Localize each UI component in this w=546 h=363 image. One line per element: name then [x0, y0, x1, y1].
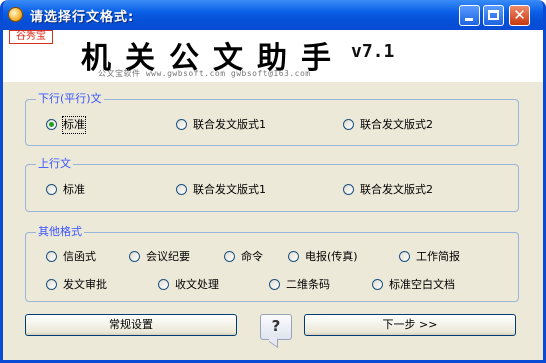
- help-button[interactable]: ?: [260, 314, 292, 340]
- tagline: 公文宝软件 www.gwbsoft.com gwbsoft@163.com: [98, 69, 311, 78]
- radio-dot: [343, 119, 354, 130]
- maximize-icon: [488, 10, 499, 20]
- radio-dot: [129, 251, 140, 262]
- app-icon: [8, 7, 23, 22]
- radio-dot: [46, 119, 57, 130]
- group-other: 其他格式 信函式 会议纪要 命令 电报(传真) 工作简报 发文审批 收文处理 二…: [25, 225, 519, 302]
- radio-dot: [46, 184, 57, 195]
- brand-logo: 谷秀宝: [9, 30, 53, 44]
- radio-dot: [372, 279, 383, 290]
- radio-label: 收文处理: [175, 278, 219, 291]
- radio-dot: [176, 119, 187, 130]
- next-step-button[interactable]: 下一步 >>: [304, 314, 516, 336]
- title-bar[interactable]: 请选择行文格式: ✕: [3, 0, 543, 30]
- close-icon: ✕: [513, 6, 526, 24]
- group-other-label: 其他格式: [36, 225, 84, 239]
- group-downward-label: 下行(平行)文: [36, 92, 104, 106]
- group-upward: 上行文 标准 联合发文版式1 联合发文版式2: [25, 157, 519, 212]
- radio-label: 标准空白文档: [389, 278, 455, 291]
- dialog-window: 请选择行文格式: ✕ 谷秀宝 机关公文助手 v7.1 公文宝软件 www.gwb…: [0, 0, 546, 363]
- minimize-icon: [465, 18, 473, 21]
- radio-dot: [343, 184, 354, 195]
- radio-label: 联合发文版式1: [193, 118, 266, 131]
- radio-dot: [399, 251, 410, 262]
- radio-dot: [176, 184, 187, 195]
- radio-dot: [224, 251, 235, 262]
- minimize-button[interactable]: [459, 5, 480, 26]
- radio-dot: [269, 279, 280, 290]
- radio-label: 会议纪要: [146, 250, 190, 263]
- radio-dot: [158, 279, 169, 290]
- radio-label: 联合发文版式1: [193, 183, 266, 196]
- maximize-button[interactable]: [483, 5, 504, 26]
- radio-label: 工作简报: [416, 250, 460, 263]
- radio-dot: [46, 251, 57, 262]
- app-version: v7.1: [351, 41, 395, 62]
- radio-dot: [288, 251, 299, 262]
- radio-label: 标准: [62, 116, 86, 134]
- radio-label: 发文审批: [63, 278, 107, 291]
- close-button[interactable]: ✕: [509, 5, 530, 26]
- banner: 谷秀宝 机关公文助手 v7.1 公文宝软件 www.gwbsoft.com gw…: [3, 30, 543, 82]
- radio-label: 二维条码: [286, 278, 330, 291]
- radio-label: 联合发文版式2: [360, 118, 433, 131]
- radio-label: 信函式: [63, 250, 96, 263]
- radio-dot: [46, 279, 57, 290]
- radio-label: 命令: [241, 250, 263, 263]
- group-upward-label: 上行文: [36, 157, 73, 171]
- group-downward: 下行(平行)文 标准 联合发文版式1 联合发文版式2: [25, 92, 519, 146]
- help-icon: ?: [271, 317, 281, 335]
- radio-label: 联合发文版式2: [360, 183, 433, 196]
- radio-label: 电报(传真): [305, 250, 358, 263]
- radio-label: 标准: [63, 183, 85, 196]
- general-settings-button[interactable]: 常规设置: [25, 314, 237, 336]
- window-title: 请选择行文格式:: [30, 10, 135, 25]
